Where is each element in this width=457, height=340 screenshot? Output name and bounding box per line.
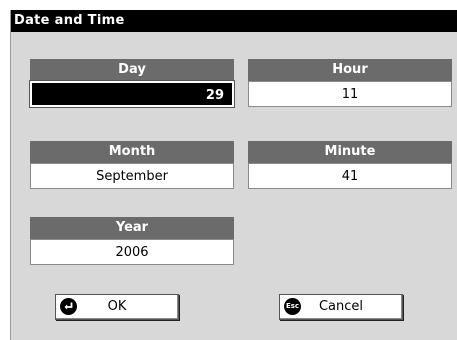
cancel-button[interactable]: Esc Cancel [279, 294, 403, 320]
minute-label: Minute [248, 141, 452, 163]
dialog-title: Date and Time [11, 10, 457, 32]
month-value[interactable]: September [30, 163, 234, 189]
minute-field[interactable]: Minute 41 [248, 141, 452, 189]
hour-value[interactable]: 11 [248, 81, 452, 107]
day-label: Day [30, 59, 234, 81]
cancel-label: Cancel [318, 299, 364, 314]
hour-label: Hour [248, 59, 452, 81]
month-label: Month [30, 141, 234, 163]
month-field[interactable]: Month September [30, 141, 234, 189]
year-field[interactable]: Year 2006 [30, 217, 234, 265]
day-field[interactable]: Day 29 [29, 59, 235, 108]
minute-value[interactable]: 41 [248, 163, 452, 189]
date-time-dialog: Date and Time Day 29 Hour 11 Month Septe… [10, 10, 457, 340]
ok-button[interactable]: OK [55, 294, 179, 320]
year-value[interactable]: 2006 [30, 239, 234, 265]
day-value[interactable]: 29 [29, 80, 235, 108]
ok-label: OK [107, 299, 127, 314]
year-label: Year [30, 217, 234, 239]
hour-field[interactable]: Hour 11 [248, 59, 452, 107]
